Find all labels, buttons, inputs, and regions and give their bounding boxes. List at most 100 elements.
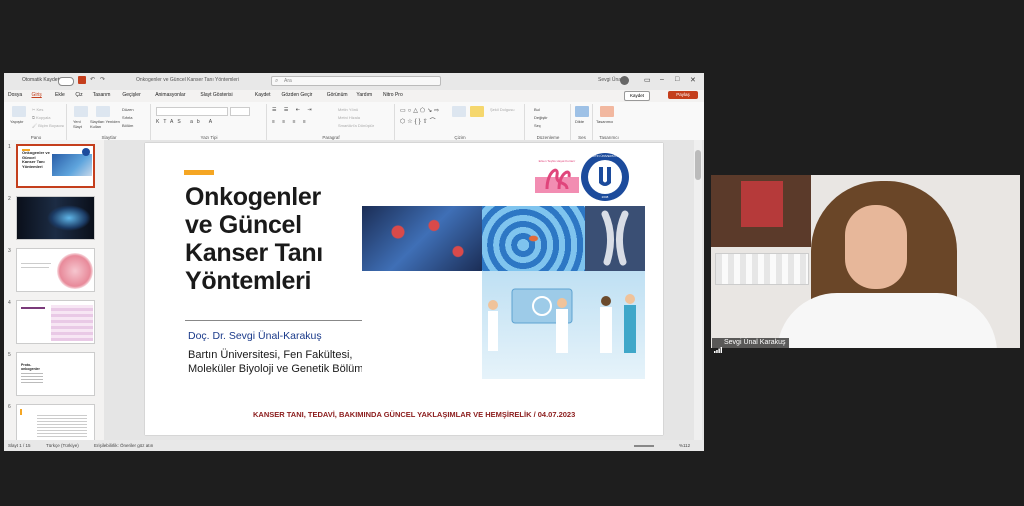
powerpoint-window: Otomatik Kaydet ↶ ↷ Onkogenler ve Güncel…: [4, 73, 704, 451]
thumbnail-number: 4: [8, 300, 11, 306]
thumbnail-number: 3: [8, 248, 11, 254]
list-buttons[interactable]: ☰ ☰ ⇤ ⇥: [272, 107, 315, 113]
slide-thumbnail-6[interactable]: [16, 404, 95, 440]
designer-button[interactable]: Tasarımcı: [596, 119, 613, 124]
slide-thumbnail-5[interactable]: Proto-onkogenler: [16, 352, 95, 396]
save-button[interactable]: Kaydet: [624, 91, 650, 101]
ribbon-group-paragraph: ☰ ☰ ⇤ ⇥ ≡ ≡ ≡ ≡ Metin Yönü Metni Hizala …: [268, 104, 395, 140]
author-name[interactable]: Doç. Dr. Sevgi Ünal-Karakuş: [188, 330, 322, 342]
menu-tab-7[interactable]: Slayt Gösterisi: [200, 92, 232, 98]
slide-title-line[interactable]: Onkogenler: [185, 184, 321, 210]
zoom-slider[interactable]: [634, 445, 654, 447]
microphone-icon[interactable]: [575, 106, 589, 117]
shapes-gallery-row2[interactable]: ⬡☆{}⇧⌒: [400, 116, 438, 125]
format-painter-button[interactable]: 🖌 Biçim Boyacısı: [32, 123, 64, 128]
font-name-select[interactable]: [156, 107, 228, 116]
autosave-toggle[interactable]: [58, 77, 74, 86]
university-logo: BARTIN ÜNİVERSİTESİ 2008: [581, 153, 629, 201]
section-button[interactable]: Bölüm: [122, 123, 133, 128]
ribbon-group-drawing: ▭○△⬠↘⇨ ⬡☆{}⇧⌒ Şekil Dolgusu Çizim: [396, 104, 525, 140]
layout-button[interactable]: Düzen: [122, 107, 134, 112]
zoom-level[interactable]: %112: [679, 443, 690, 448]
font-format-buttons[interactable]: KTAS ab A: [156, 119, 216, 125]
menu-tab-5[interactable]: Geçişler: [122, 92, 140, 98]
accent-bar: [184, 170, 214, 175]
paste-button[interactable]: Yapıştır: [10, 119, 24, 124]
arrange-icon[interactable]: [452, 106, 466, 117]
menu-tab-10[interactable]: Görünüm: [327, 92, 348, 98]
slide-title-line[interactable]: Kanser Tanı: [185, 240, 323, 266]
reuse-slides-button[interactable]: Slaytları Yeniden Kullan: [90, 119, 120, 129]
menu-tab-9[interactable]: Gözden Geçir: [282, 92, 313, 98]
search-placeholder: Ara: [284, 78, 292, 84]
slide-thumbnail-2[interactable]: [16, 196, 95, 240]
thumbnail-title: Onkogenler ve Güncel Kanser Tanı Yönteml…: [22, 150, 50, 169]
new-slide-button[interactable]: Yeni Slayt: [73, 119, 87, 129]
slide-thumbnail-1[interactable]: Onkogenler ve Güncel Kanser Tanı Yönteml…: [16, 144, 95, 188]
ribbon-group-designer: Tasarımcı Tasarımcı: [594, 104, 624, 140]
reuse-slides-icon[interactable]: [96, 106, 110, 117]
paste-icon[interactable]: [12, 106, 26, 117]
vertical-scrollbar[interactable]: [694, 140, 702, 440]
replace-button[interactable]: Değiştir: [534, 115, 548, 120]
video-tile[interactable]: [711, 175, 1020, 348]
language[interactable]: Türkçe (Türkiye): [46, 443, 79, 448]
affiliation-line[interactable]: Moleküler Biyoloji ve Genetik Bölümü: [188, 363, 370, 375]
slide-title-line[interactable]: ve Güncel: [185, 212, 302, 238]
quick-styles-icon[interactable]: [470, 106, 484, 117]
menu-tab-6[interactable]: Animasyonlar: [155, 92, 185, 98]
menu-tab-0[interactable]: Dosya: [8, 92, 22, 98]
minimize-icon[interactable]: –: [660, 76, 664, 83]
affiliation-line[interactable]: Bartın Üniversitesi, Fen Fakültesi,: [188, 349, 352, 361]
text-direction-button[interactable]: Metin Yönü: [338, 107, 358, 112]
menu-tab-2[interactable]: Ekle: [55, 92, 65, 98]
cells-image: [482, 206, 585, 271]
ribbon-group-clipboard: Yapıştır ✂ Kes ⧉ Kopyala 🖌 Biçim Boyacıs…: [6, 104, 67, 140]
align-text-button[interactable]: Metni Hizala: [338, 115, 360, 120]
menu-tab-11[interactable]: Yardım: [356, 92, 372, 98]
undo-icon[interactable]: ↶: [90, 76, 95, 83]
shape-fill-button[interactable]: Şekil Dolgusu: [490, 107, 514, 112]
slide-footer[interactable]: KANSER TANI, TEDAVİ, BAKIMINDA GÜNCEL YA…: [253, 410, 575, 419]
slide-count[interactable]: Slayt 1 / 15: [8, 443, 31, 448]
slide-editor[interactable]: Onkogenler ve Güncel Kanser Tanı Yönteml…: [104, 140, 704, 440]
save-icon[interactable]: [78, 76, 86, 84]
wall-calendar: [715, 253, 809, 285]
reset-button[interactable]: Sıfırla: [122, 115, 132, 120]
image-collage[interactable]: [362, 206, 645, 379]
menu-tab-12[interactable]: Nitro Pro: [383, 92, 403, 98]
accessibility-status[interactable]: Erişilebilirlik: Öneriler göz atın: [94, 443, 153, 448]
copy-button[interactable]: ⧉ Kopyala: [32, 115, 50, 120]
designer-icon[interactable]: [600, 106, 614, 117]
ribbon-group-editing: Bul Değiştir Seç Düzenleme: [526, 104, 571, 140]
menu-tab-4[interactable]: Tasarım: [93, 92, 111, 98]
cut-button[interactable]: ✂ Kes: [32, 107, 43, 112]
divider: [185, 320, 387, 321]
menu-bar: Dosya Giriş Ekle Çiz Tasarım Geçişler Animasyo…: [4, 90, 704, 102]
slide-title-line[interactable]: Yöntemleri: [185, 268, 312, 294]
slide-thumbnail-4[interactable]: [16, 300, 95, 344]
new-slide-icon[interactable]: [74, 106, 88, 117]
close-icon[interactable]: ✕: [690, 76, 696, 84]
thumbnail-number: 1: [8, 144, 11, 150]
current-slide[interactable]: Onkogenler ve Güncel Kanser Tanı Yönteml…: [145, 143, 663, 435]
menu-tab-1[interactable]: Giriş: [32, 92, 42, 98]
smartart-button[interactable]: SmartArt'a Dönüştür: [338, 123, 374, 128]
dictate-button[interactable]: Dikte: [575, 119, 584, 124]
font-size-select[interactable]: [230, 107, 250, 116]
find-button[interactable]: Bul: [534, 107, 540, 112]
maximize-icon[interactable]: □: [675, 76, 679, 83]
redo-icon[interactable]: ↷: [100, 76, 105, 83]
ribbon-group-voice: Dikte Ses: [572, 104, 593, 140]
slide-thumbnail-3[interactable]: [16, 248, 95, 292]
shapes-gallery[interactable]: ▭○△⬠↘⇨: [400, 107, 441, 114]
menu-tab-3[interactable]: Çiz: [75, 92, 82, 98]
menu-tab-8[interactable]: Kaydet: [255, 92, 271, 98]
chromosome-image-1: [362, 206, 482, 271]
ribbon-display-icon[interactable]: ▭: [644, 76, 651, 84]
share-button[interactable]: Paylaş: [668, 91, 698, 99]
avatar[interactable]: [620, 76, 629, 85]
search-input[interactable]: ⌕ Ara: [271, 76, 441, 86]
select-button[interactable]: Seç: [534, 123, 541, 128]
align-buttons[interactable]: ≡ ≡ ≡ ≡: [272, 119, 309, 125]
